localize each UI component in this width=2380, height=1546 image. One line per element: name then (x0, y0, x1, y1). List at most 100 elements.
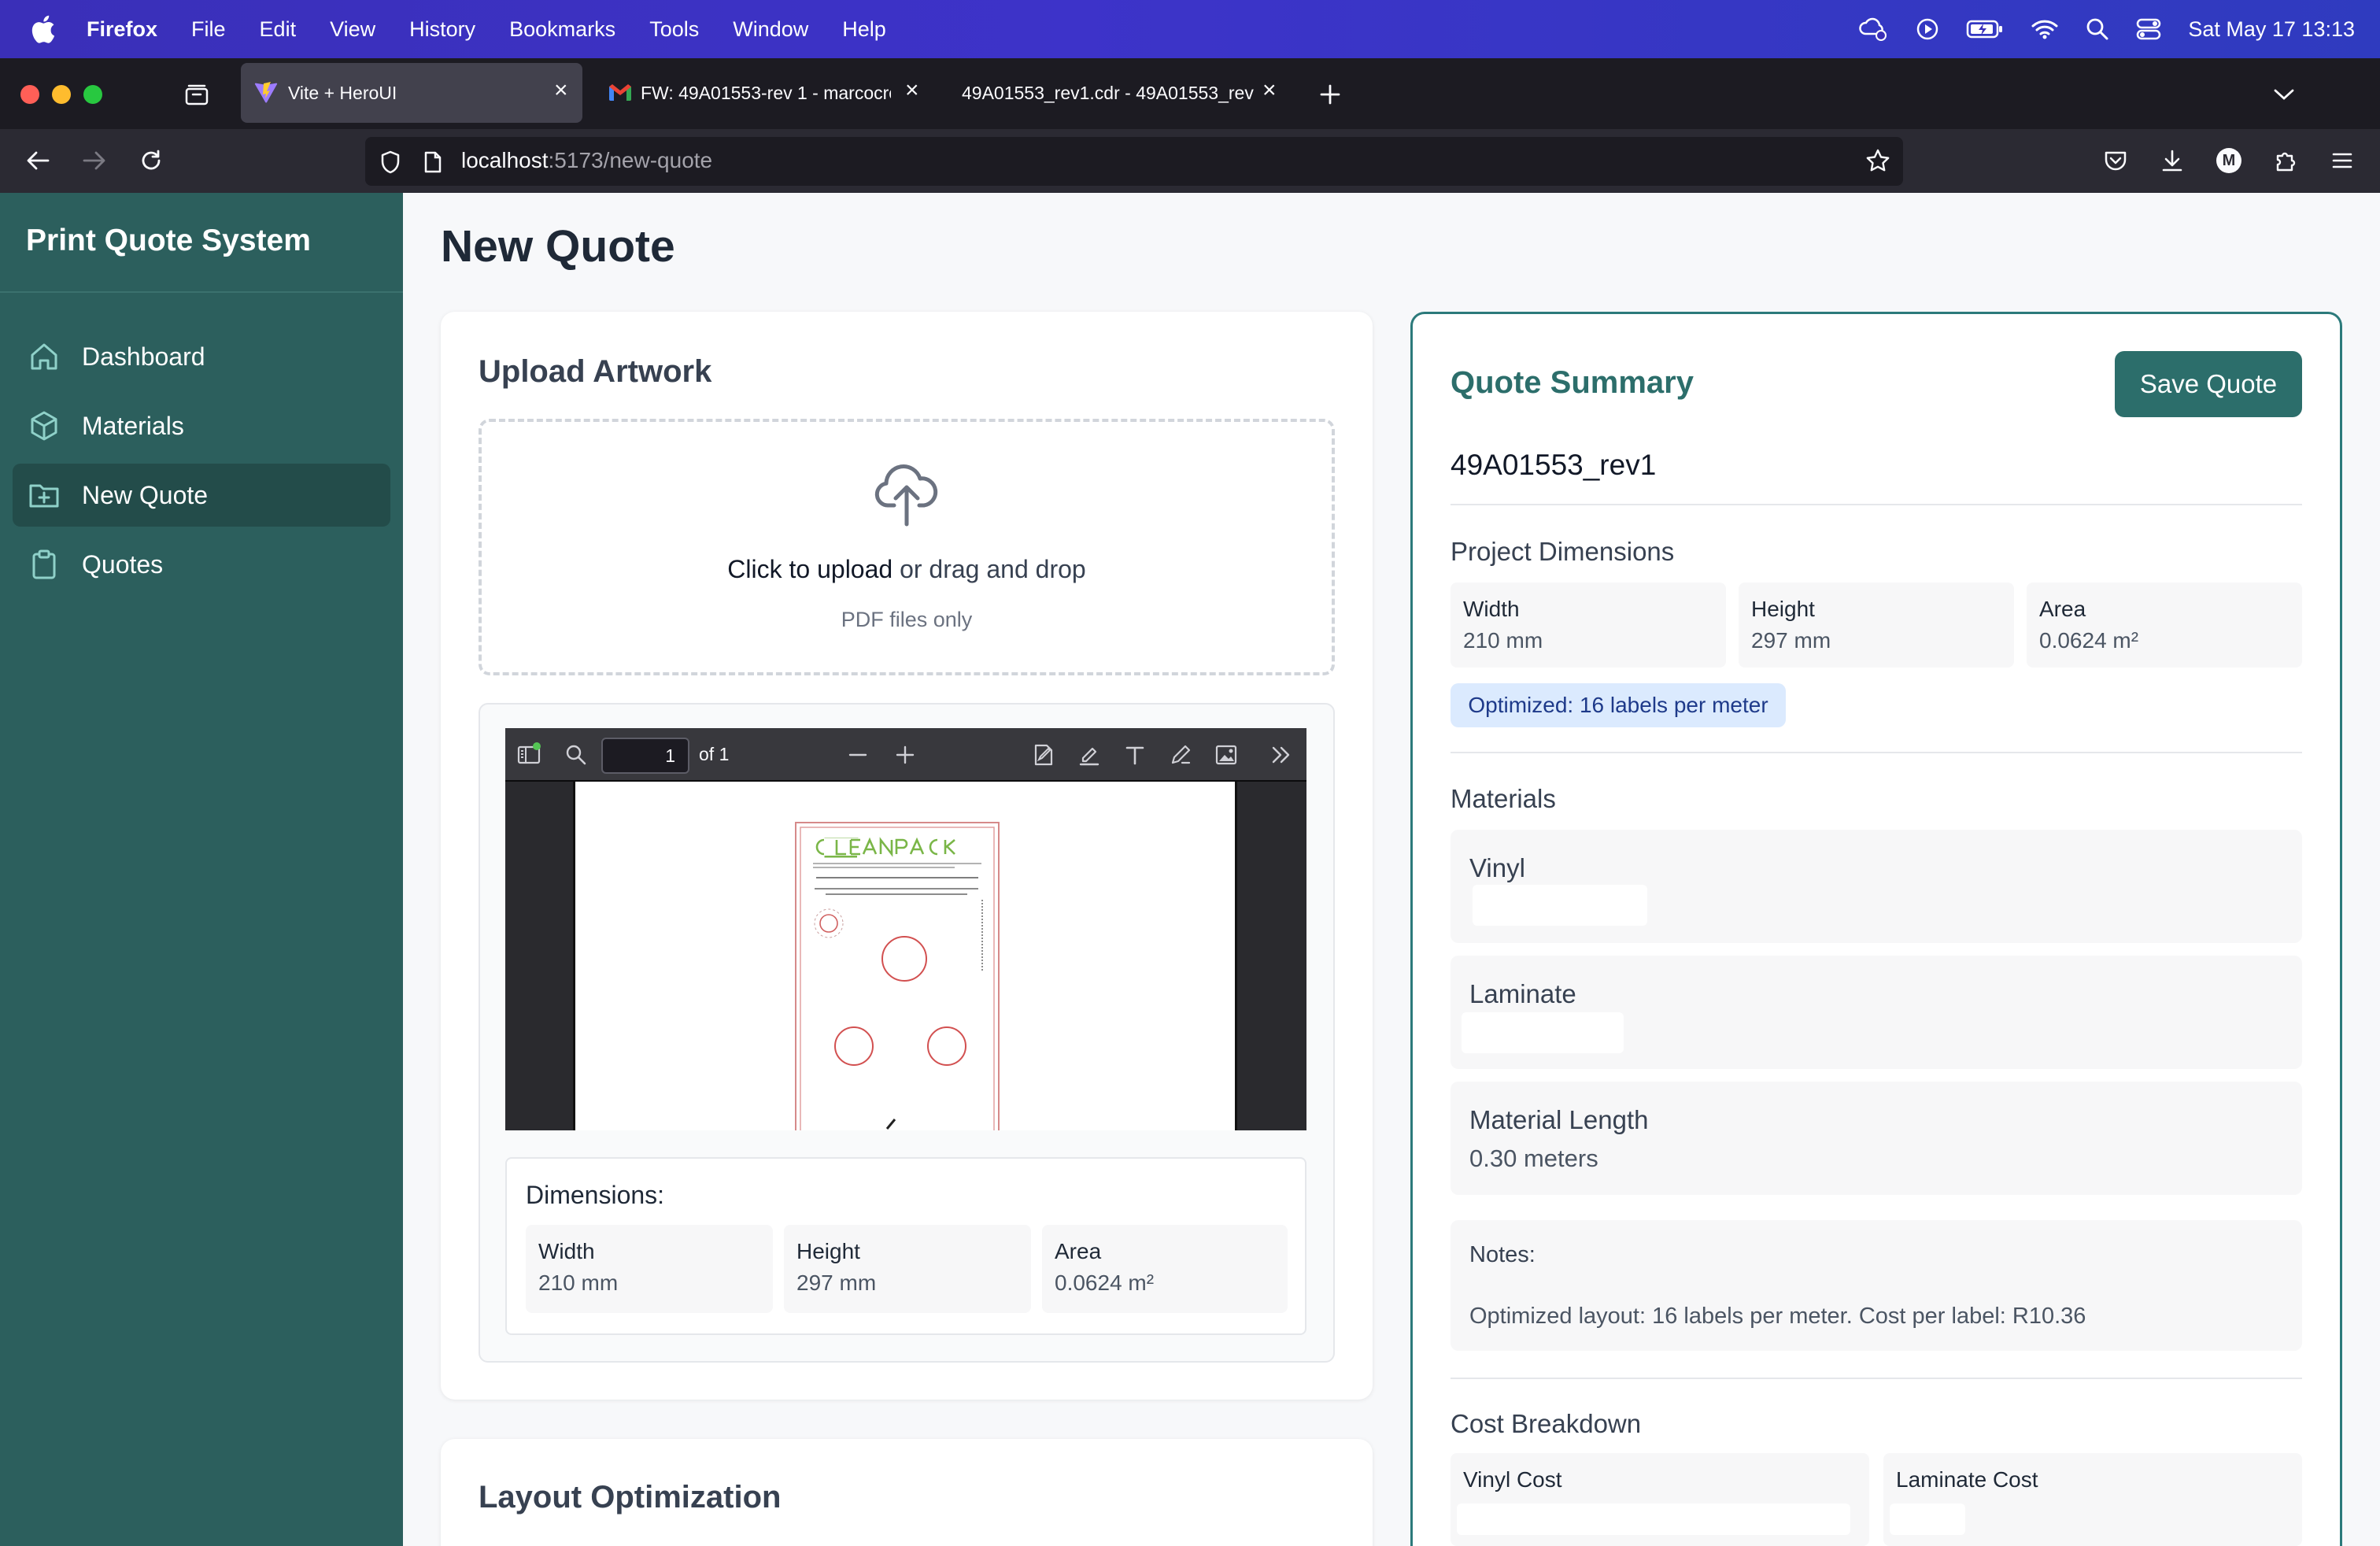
vinyl-cost-cell: Vinyl Cost (1451, 1453, 1869, 1546)
menu-help[interactable]: Help (842, 17, 886, 42)
bookmark-star-icon[interactable] (1862, 145, 1894, 176)
tab-close-icon[interactable]: × (1262, 77, 1277, 104)
upload-cloud-icon (874, 460, 940, 527)
dimension-width-cell: Width 210 mm (526, 1225, 773, 1313)
menu-file[interactable]: File (191, 17, 226, 42)
control-center-icon[interactable] (2136, 18, 2161, 40)
tab-close-icon[interactable]: × (905, 77, 919, 104)
project-height-cell: Height 297 mm (1739, 583, 2014, 668)
menu-view[interactable]: View (330, 17, 375, 42)
layout-optimization-title: Layout Optimization (479, 1480, 782, 1515)
url-path: :5173/new-quote (548, 148, 713, 172)
cube-icon (28, 410, 60, 442)
tab-title: 49A01553_rev1.cdr - 49A01553_rev (962, 82, 1254, 103)
laminate-value-placeholder (1462, 1012, 1624, 1053)
tools-chevrons-icon[interactable] (1269, 742, 1294, 767)
menu-tools[interactable]: Tools (649, 17, 699, 42)
laminate-cost-label: Laminate Cost (1896, 1467, 2038, 1492)
draw-pen-icon[interactable] (1168, 742, 1193, 767)
url-text[interactable]: localhost:5173/new-quote (461, 148, 712, 173)
spotlight-search-icon[interactable] (2086, 17, 2109, 41)
back-arrow-icon[interactable] (22, 145, 54, 176)
firefox-view-icon[interactable] (181, 79, 213, 110)
pdf-page-number-input[interactable]: 1 (601, 738, 689, 774)
dimension-width-value: 210 mm (538, 1270, 619, 1295)
optimized-badge: Optimized: 16 labels per meter (1451, 683, 1786, 727)
tracking-protection-shield-icon[interactable] (375, 146, 406, 178)
menu-edit[interactable]: Edit (260, 17, 297, 42)
sidebar-item-materials[interactable]: Materials (13, 394, 390, 457)
play-icon[interactable] (1916, 17, 1939, 41)
dimension-height-label: Height (796, 1239, 860, 1263)
menu-firefox[interactable]: Firefox (87, 17, 157, 42)
hamburger-menu-icon[interactable] (2326, 145, 2358, 176)
forward-arrow-icon[interactable] (79, 145, 110, 176)
new-tab-plus-icon[interactable] (1314, 79, 1346, 110)
project-area-value: 0.0624 m² (2039, 628, 2139, 653)
tab-close-icon[interactable]: × (554, 77, 568, 104)
folder-plus-icon (28, 479, 60, 511)
window-minimize-button[interactable] (52, 85, 71, 104)
vite-favicon-icon (253, 80, 279, 105)
material-length-value: 0.30 meters (1469, 1145, 1598, 1172)
downloads-icon[interactable] (2156, 145, 2188, 176)
sidebar-item-label: Dashboard (82, 342, 205, 371)
sidebar-item-new-quote[interactable]: New Quote (13, 464, 390, 527)
notes-block: Notes: Optimized layout: 16 labels per m… (1451, 1220, 2302, 1351)
dimensions-heading: Dimensions: (526, 1181, 665, 1209)
material-length-label: Material Length (1469, 1105, 1649, 1134)
upload-link[interactable]: Click to upload (727, 555, 893, 583)
sidebar-item-label: New Quote (82, 480, 209, 509)
cost-breakdown-heading: Cost Breakdown (1451, 1409, 1642, 1438)
add-image-icon[interactable] (1214, 742, 1239, 767)
browser-tab-active[interactable]: Vite + HeroUI × (241, 63, 582, 123)
menu-bar-clock[interactable]: Sat May 17 13:13 (2188, 17, 2355, 42)
dimension-height-cell: Height 297 mm (784, 1225, 1031, 1313)
text-tool-icon[interactable] (1122, 742, 1148, 767)
pocket-icon[interactable] (2100, 145, 2131, 176)
dimension-area-label: Area (1055, 1239, 1102, 1263)
window-zoom-button[interactable] (83, 85, 102, 104)
quote-name: 49A01553_rev1 (1451, 449, 1657, 481)
sidebar-item-quotes[interactable]: Quotes (13, 533, 390, 596)
save-quote-button[interactable]: Save Quote (2115, 351, 2302, 417)
wifi-icon[interactable] (2031, 18, 2059, 40)
apple-logo-icon[interactable] (31, 15, 55, 43)
zoom-in-icon[interactable] (893, 742, 918, 767)
browser-tab-pdf[interactable]: 49A01553_rev1.cdr - 49A01553_rev × (949, 63, 1288, 123)
sidebar-item-dashboard[interactable]: Dashboard (13, 325, 390, 388)
vinyl-label: Vinyl (1469, 853, 1525, 882)
battery-icon[interactable] (1966, 19, 2004, 39)
upload-dropzone[interactable] (479, 419, 1335, 675)
browser-tab-gmail[interactable]: FW: 49A01553-rev 1 - marcocro × (595, 63, 930, 123)
project-area-label: Area (2039, 597, 2086, 621)
page-title: New Quote (441, 221, 675, 272)
project-width-value: 210 mm (1463, 628, 1543, 653)
weather-icon[interactable] (1857, 17, 1889, 42)
project-area-cell: Area 0.0624 m² (2027, 583, 2302, 668)
menu-bookmarks[interactable]: Bookmarks (509, 17, 615, 42)
zoom-out-icon[interactable] (845, 742, 870, 767)
sidebar-toggle-icon[interactable] (516, 742, 541, 767)
page-info-icon[interactable] (417, 146, 449, 178)
menu-history[interactable]: History (409, 17, 475, 42)
list-all-tabs-chevron-icon[interactable] (2268, 79, 2300, 110)
gmail-favicon-icon (608, 82, 633, 104)
sign-document-icon[interactable] (1031, 742, 1056, 767)
window-close-button[interactable] (20, 85, 39, 104)
menu-window[interactable]: Window (733, 17, 808, 42)
extensions-puzzle-icon[interactable] (2270, 145, 2301, 176)
notes-label: Notes: (1469, 1242, 1536, 1267)
project-height-label: Height (1751, 597, 1815, 621)
reload-icon[interactable] (135, 145, 167, 176)
quote-summary-title: Quote Summary (1451, 365, 1694, 400)
pdf-viewer-canvas[interactable] (505, 782, 1306, 1130)
vinyl-cost-label: Vinyl Cost (1463, 1467, 1562, 1492)
account-avatar-icon[interactable]: M (2213, 145, 2245, 176)
home-icon (28, 341, 60, 372)
notes-text: Optimized layout: 16 labels per meter. C… (1469, 1304, 2086, 1329)
material-length-block: Material Length 0.30 meters (1451, 1082, 2302, 1195)
project-height-value: 297 mm (1751, 628, 1831, 653)
pdf-search-icon[interactable] (564, 742, 589, 767)
highlight-icon[interactable] (1077, 742, 1102, 767)
